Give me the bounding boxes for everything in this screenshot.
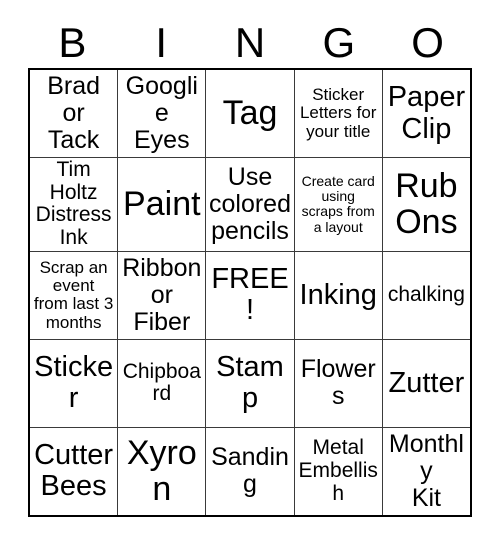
header-letter-i: I	[155, 19, 168, 66]
bingo-cell-label: Metal Embellish	[298, 436, 378, 505]
bingo-cell-label: Ribbon or Fiber	[122, 253, 202, 336]
bingo-cell-label: Xyron	[126, 433, 197, 509]
bingo-row: Brad or Tack Googlie Eyes Tag Sticker Le…	[30, 70, 470, 159]
header-letter-o: O	[411, 19, 444, 66]
header-letter-n: N	[234, 19, 266, 66]
bingo-cell-b4[interactable]: Sticker	[30, 339, 119, 427]
bingo-cell-label: Cutter Bees	[34, 439, 114, 503]
bingo-row: Tim Holtz Distress Ink Paint Use colored…	[30, 158, 470, 252]
free-space-label: FREE!	[211, 262, 289, 327]
bingo-cell-o4[interactable]: Zutter	[383, 340, 470, 427]
bingo-cell-label: Brad or Tack	[47, 72, 100, 155]
bingo-cell-n2[interactable]: Use colored pencils	[206, 158, 295, 251]
bingo-cell-o1[interactable]: Paper Clip	[383, 70, 470, 157]
header-letter-b: B	[58, 19, 87, 66]
bingo-cell-label: Flowers	[300, 355, 376, 411]
bingo-cell-label: Tim Holtz Distress Ink	[35, 158, 112, 250]
bingo-cell-b2[interactable]: Tim Holtz Distress Ink	[30, 158, 119, 251]
bingo-cell-label: Monthly Kit	[388, 429, 464, 512]
bingo-cell-label: Chipboard	[122, 359, 201, 406]
bingo-cell-i3[interactable]: Ribbon or Fiber	[118, 251, 207, 339]
bingo-cell-b5[interactable]: Cutter Bees	[30, 427, 119, 515]
bingo-cell-label: Scrap an event from last 3 months	[33, 257, 114, 332]
bingo-cell-label: Paper Clip	[387, 81, 466, 145]
bingo-cell-o2[interactable]: Rub Ons	[383, 158, 470, 251]
bingo-row: Sticker Chipboard Stamp Flowers Zutter	[30, 339, 470, 428]
bingo-cell-n1[interactable]: Tag	[206, 70, 295, 158]
bingo-cell-i2[interactable]: Paint	[118, 158, 207, 251]
bingo-cell-label: Zutter	[388, 366, 465, 399]
bingo-cell-o5[interactable]: Monthly Kit	[383, 428, 470, 515]
bingo-header-row: B I N G O	[28, 18, 472, 68]
header-letter-g: G	[322, 19, 356, 66]
bingo-cell-label: Tag	[222, 94, 278, 133]
bingo-cell-label: Sticker	[34, 351, 114, 415]
bingo-cell-i4[interactable]: Chipboard	[118, 339, 207, 427]
bingo-cell-label: Create card using scraps from a layout	[301, 173, 375, 235]
bingo-cell-label: Paint	[123, 185, 201, 224]
bingo-cell-label: Googlie Eyes	[125, 72, 198, 155]
bingo-cell-free-space[interactable]: FREE!	[206, 251, 295, 339]
bingo-cell-b1[interactable]: Brad or Tack	[30, 70, 119, 158]
bingo-cell-label: Stamp	[216, 351, 284, 415]
bingo-cell-o3[interactable]: chalking	[383, 252, 470, 339]
bingo-cell-g3[interactable]: Inking	[295, 251, 383, 339]
bingo-cell-label: Rub Ons	[395, 166, 458, 242]
bingo-cell-g2[interactable]: Create card using scraps from a layout	[295, 158, 383, 251]
bingo-cell-g4[interactable]: Flowers	[295, 339, 383, 427]
bingo-cell-i5[interactable]: Xyron	[118, 427, 207, 515]
bingo-cell-label: Inking	[299, 278, 377, 311]
bingo-cell-n5[interactable]: Sanding	[206, 427, 295, 515]
bingo-cell-i1[interactable]: Googlie Eyes	[118, 70, 207, 158]
bingo-cell-b3[interactable]: Scrap an event from last 3 months	[30, 251, 119, 339]
bingo-cell-g5[interactable]: Metal Embellish	[295, 427, 383, 515]
bingo-cell-g1[interactable]: Sticker Letters for your title	[295, 70, 383, 158]
bingo-grid: Brad or Tack Googlie Eyes Tag Sticker Le…	[28, 68, 472, 517]
bingo-row: Cutter Bees Xyron Sanding Metal Embellis…	[30, 427, 470, 515]
bingo-row: Scrap an event from last 3 months Ribbon…	[30, 251, 470, 340]
bingo-cell-n4[interactable]: Stamp	[206, 339, 295, 427]
bingo-cell-label: Sanding	[211, 443, 289, 499]
bingo-cell-label: Sticker Letters for your title	[299, 85, 377, 141]
bingo-card: B I N G O Brad or Tack Googlie Eyes Tag …	[0, 0, 500, 544]
bingo-cell-label: Use colored pencils	[209, 162, 291, 245]
bingo-cell-label: chalking	[387, 282, 465, 306]
